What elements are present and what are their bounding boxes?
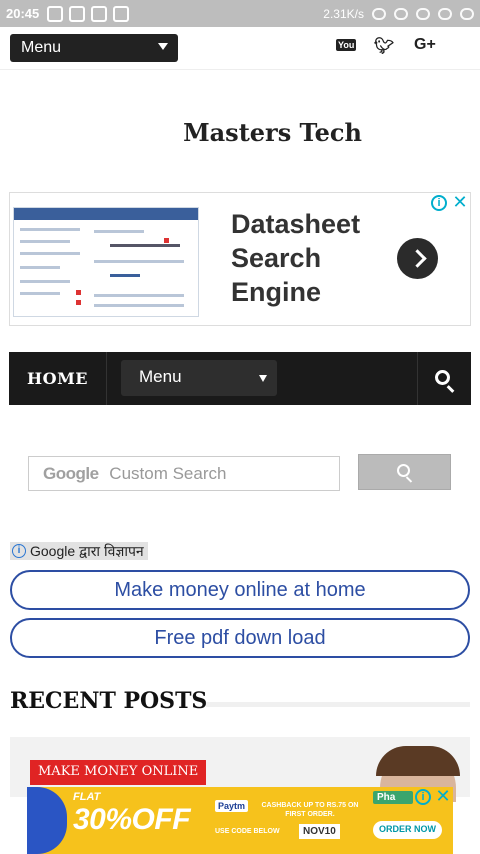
caret-down-icon — [158, 43, 168, 50]
search-icon — [435, 370, 450, 385]
pills-image — [27, 787, 67, 854]
ad-link-button[interactable]: Make money online at home — [10, 570, 470, 610]
nav-menu-label: Menu — [139, 367, 182, 386]
youtube-icon[interactable]: You — [336, 39, 357, 51]
nav-home-link[interactable]: HOME — [9, 352, 107, 405]
settings-icon — [372, 7, 386, 20]
google-plus-icon[interactable]: G+ — [414, 36, 436, 54]
ad-flat-label: FLAT — [73, 791, 101, 803]
top-bar: Menu You 🐦︎ G+ — [0, 27, 480, 70]
ad-info-icon[interactable]: i — [431, 195, 447, 211]
pharmacy-brand: Pha — [373, 791, 414, 804]
wifi-icon — [416, 7, 430, 20]
battery-icon — [460, 7, 474, 20]
twitter-icon[interactable]: 🐦︎ — [374, 36, 394, 56]
ads-by-google-label[interactable]: i Google द्वारा विज्ञापन — [10, 542, 148, 560]
recent-posts-heading: RECENT POSTS — [10, 688, 208, 714]
top-menu-label: Menu — [21, 39, 62, 56]
ad-cashback-text: CASHBACK UP TO RS.75 ON FIRST ORDER. — [261, 802, 359, 818]
network-speed: 2.31K/s — [323, 6, 364, 21]
ad-headline: Datasheet Search Engine — [231, 207, 360, 309]
ad-close-icon[interactable]: ✕ — [452, 193, 468, 211]
info-icon: i — [12, 544, 26, 558]
nav-menu-select[interactable]: Menu — [121, 360, 277, 396]
ad-banner[interactable]: Datasheet Search Engine i ✕ — [9, 192, 471, 326]
order-now-button[interactable]: ORDER NOW — [373, 821, 442, 839]
post-category-badge[interactable]: MAKE MONEY ONLINE — [30, 760, 207, 785]
status-bar: 20:45 2.31K/s — [0, 0, 480, 27]
ad-close-icon[interactable]: ✕ — [435, 787, 451, 805]
alarm-icon — [394, 7, 408, 20]
status-time: 20:45 — [6, 6, 40, 21]
notification-icon — [69, 5, 86, 22]
custom-search-input[interactable]: Google Custom Search — [28, 456, 340, 491]
custom-search-button[interactable] — [358, 454, 451, 490]
ad-next-button[interactable] — [397, 238, 438, 279]
caret-down-icon — [259, 375, 267, 382]
search-icon — [397, 464, 410, 477]
ad-info-icon[interactable]: i — [415, 789, 431, 805]
nav-search-button[interactable] — [417, 352, 471, 405]
ad-thumbnail — [13, 207, 199, 317]
notification-icon — [91, 5, 108, 22]
bottom-ad-banner[interactable]: FLAT 30%OFF Paytm CASHBACK UP TO RS.75 O… — [27, 787, 453, 854]
ad-code-value: NOV10 — [299, 824, 340, 839]
top-menu-select[interactable]: Menu — [10, 34, 178, 62]
custom-search-placeholder: Custom Search — [109, 464, 227, 483]
ad-discount: 30%OFF — [73, 803, 191, 836]
google-logo: Google — [43, 464, 99, 483]
paytm-logo: Paytm — [215, 800, 249, 812]
ad-code-label: USE CODE BELOW — [215, 828, 280, 835]
notification-icon — [47, 5, 64, 22]
heading-rule — [206, 702, 470, 707]
signal-icon — [438, 7, 452, 20]
ad-headline-line: Search — [231, 243, 322, 273]
nav-bar: HOME Menu — [9, 352, 471, 405]
ad-headline-line: Datasheet — [231, 209, 361, 239]
android-icon — [113, 5, 130, 22]
site-title[interactable]: Masters Tech — [0, 118, 362, 147]
ad-link-button[interactable]: Free pdf down load — [10, 618, 470, 658]
ad-headline-line: Engine — [231, 277, 322, 307]
ads-by-google-text: Google द्वारा विज्ञापन — [30, 542, 144, 559]
